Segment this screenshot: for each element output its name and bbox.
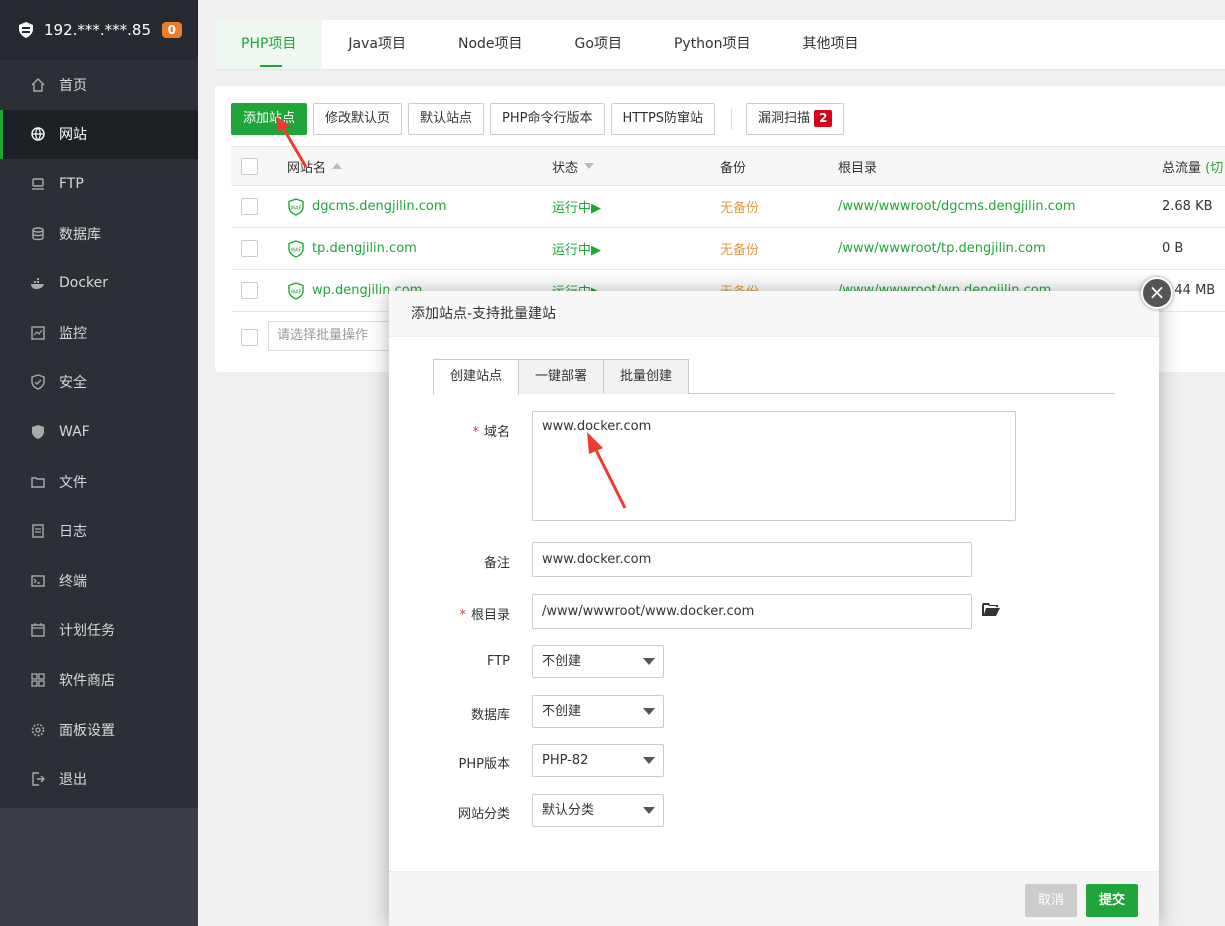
domain-label: * 域名: [389, 421, 510, 440]
chevron-down-icon: [643, 757, 655, 764]
modal-footer: 取消 提交: [389, 871, 1159, 926]
close-icon[interactable]: ×: [1141, 277, 1173, 309]
database-select[interactable]: 不创建: [532, 695, 664, 728]
root-dir-input[interactable]: /www/wwwroot/www.docker.com: [532, 594, 972, 629]
remark-label: 备注: [483, 556, 510, 571]
database-label: 数据库: [470, 708, 510, 723]
category-select-value: 默认分类: [542, 803, 595, 818]
ftp-label: FTP: [486, 654, 510, 669]
domain-textarea[interactable]: www.docker.com: [532, 411, 1016, 521]
php-version-select[interactable]: PHP-82: [532, 744, 664, 777]
folder-open-icon[interactable]: [982, 603, 1000, 617]
php-version-select-value: PHP-82: [542, 753, 589, 768]
modal-tab-2[interactable]: 批量创建: [603, 359, 690, 394]
root-label-text: 根目录: [470, 608, 510, 623]
add-site-modal: 添加站点-支持批量建站 创建站点 一键部署 批量创建 * 域名 www.docker.…: [389, 291, 1159, 926]
domain-label-text: 域名: [483, 425, 510, 440]
chevron-down-icon: [643, 708, 655, 715]
submit-button[interactable]: 提交: [1086, 884, 1139, 917]
cancel-button[interactable]: 取消: [1025, 884, 1078, 917]
required-mark: *: [472, 425, 479, 440]
ftp-select-value: 不创建: [542, 654, 582, 669]
modal-title: 添加站点-支持批量建站: [389, 291, 1159, 337]
root-label: * 根目录: [389, 604, 510, 623]
modal-tab-1[interactable]: 一键部署: [518, 359, 605, 394]
database-select-value: 不创建: [542, 704, 582, 719]
required-mark: *: [459, 608, 466, 623]
php-version-label: PHP版本: [458, 757, 510, 772]
chevron-down-icon: [643, 658, 655, 665]
remark-input[interactable]: www.docker.com: [532, 542, 972, 577]
modal-tab-0[interactable]: 创建站点: [433, 359, 520, 395]
category-label: 网站分类: [457, 807, 510, 822]
modal-tabs: 创建站点 一键部署 批量创建: [433, 359, 1115, 395]
chevron-down-icon: [643, 807, 655, 814]
category-select[interactable]: 默认分类: [532, 794, 664, 827]
ftp-select[interactable]: 不创建: [532, 645, 664, 678]
